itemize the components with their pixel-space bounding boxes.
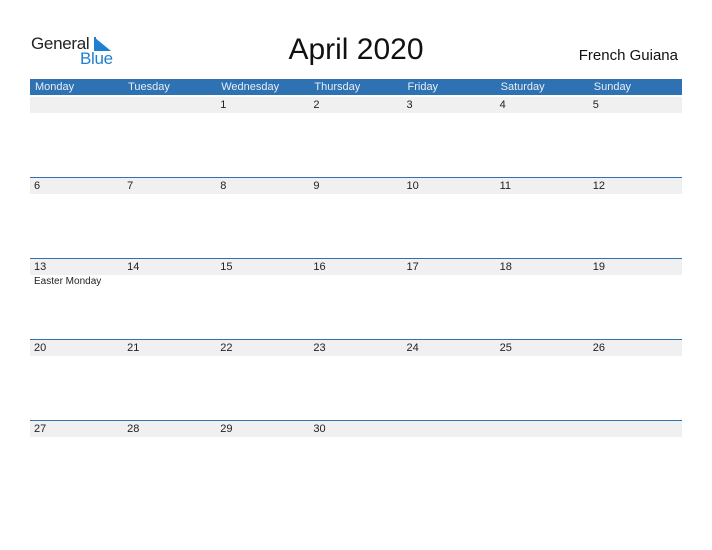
day-number-bar: 6 7 8 9 10 11 12 [30, 178, 682, 194]
week-row: 13 14 15 16 17 18 19 Easter Monday [30, 258, 682, 339]
day-cell: 14 [127, 261, 140, 273]
day-cell: 1 [220, 99, 227, 111]
day-cell: 3 [406, 99, 413, 111]
day-cell: 20 [34, 342, 47, 354]
day-cell: 11 [499, 180, 512, 192]
day-cell: 4 [499, 99, 506, 111]
week-row: 27 28 29 30 [30, 420, 682, 501]
day-number-bar: 13 14 15 16 17 18 19 [30, 259, 682, 275]
day-number-bar: 20 21 22 23 24 25 26 [30, 340, 682, 356]
day-cell: 10 [406, 180, 419, 192]
day-cell [589, 421, 682, 437]
day-cell [30, 97, 123, 113]
day-cell [403, 421, 496, 437]
day-cell: 18 [499, 261, 512, 273]
day-cell: 16 [313, 261, 326, 273]
weekday-monday: Monday [35, 81, 75, 93]
day-cell: 13 [34, 261, 47, 273]
calendar-grid: Monday Tuesday Wednesday Thursday Friday… [30, 79, 682, 501]
day-cell: 30 [313, 423, 326, 435]
day-cell: 7 [127, 180, 134, 192]
day-cell: 17 [406, 261, 419, 273]
day-cell: 29 [220, 423, 233, 435]
weekday-friday: Friday [407, 81, 439, 93]
day-cell: 19 [592, 261, 605, 273]
day-cell: 21 [127, 342, 140, 354]
weekday-wednesday: Wednesday [221, 81, 280, 93]
day-cell: 2 [313, 99, 320, 111]
day-cell: 5 [592, 99, 599, 111]
day-cell: 26 [592, 342, 605, 354]
weekday-saturday: Saturday [500, 81, 545, 93]
day-cell: 25 [499, 342, 512, 354]
day-cell: 23 [313, 342, 326, 354]
day-cell: 24 [406, 342, 419, 354]
week-row: 6 7 8 9 10 11 12 [30, 177, 682, 258]
weekday-tuesday: Tuesday [128, 81, 170, 93]
weekday-thursday: Thursday [314, 81, 361, 93]
day-number-bar: 27 28 29 30 [30, 421, 682, 437]
day-cell: 22 [220, 342, 233, 354]
day-cell: 27 [34, 423, 47, 435]
week-row: 20 21 22 23 24 25 26 [30, 339, 682, 420]
holiday-event: Easter Monday [34, 276, 102, 287]
country-label: French Guiana [578, 47, 678, 64]
day-number-bar: 1 2 3 4 5 [30, 97, 682, 113]
week-row: 1 2 3 4 5 [30, 95, 682, 177]
day-cell: 8 [220, 180, 227, 192]
day-cell: 15 [220, 261, 233, 273]
day-cell [123, 97, 216, 113]
day-cell: 9 [313, 180, 320, 192]
day-cell: 6 [34, 180, 41, 192]
weekday-header: Monday Tuesday Wednesday Thursday Friday… [30, 79, 682, 95]
day-cell [496, 421, 589, 437]
weeks-container: 1 2 3 4 5 6 7 8 9 10 11 12 13 14 15 16 17 18 19 Easter Mond… [30, 95, 682, 501]
weekday-sunday: Sunday [593, 81, 632, 93]
day-cell: 12 [592, 180, 605, 192]
day-cell: 28 [127, 423, 140, 435]
